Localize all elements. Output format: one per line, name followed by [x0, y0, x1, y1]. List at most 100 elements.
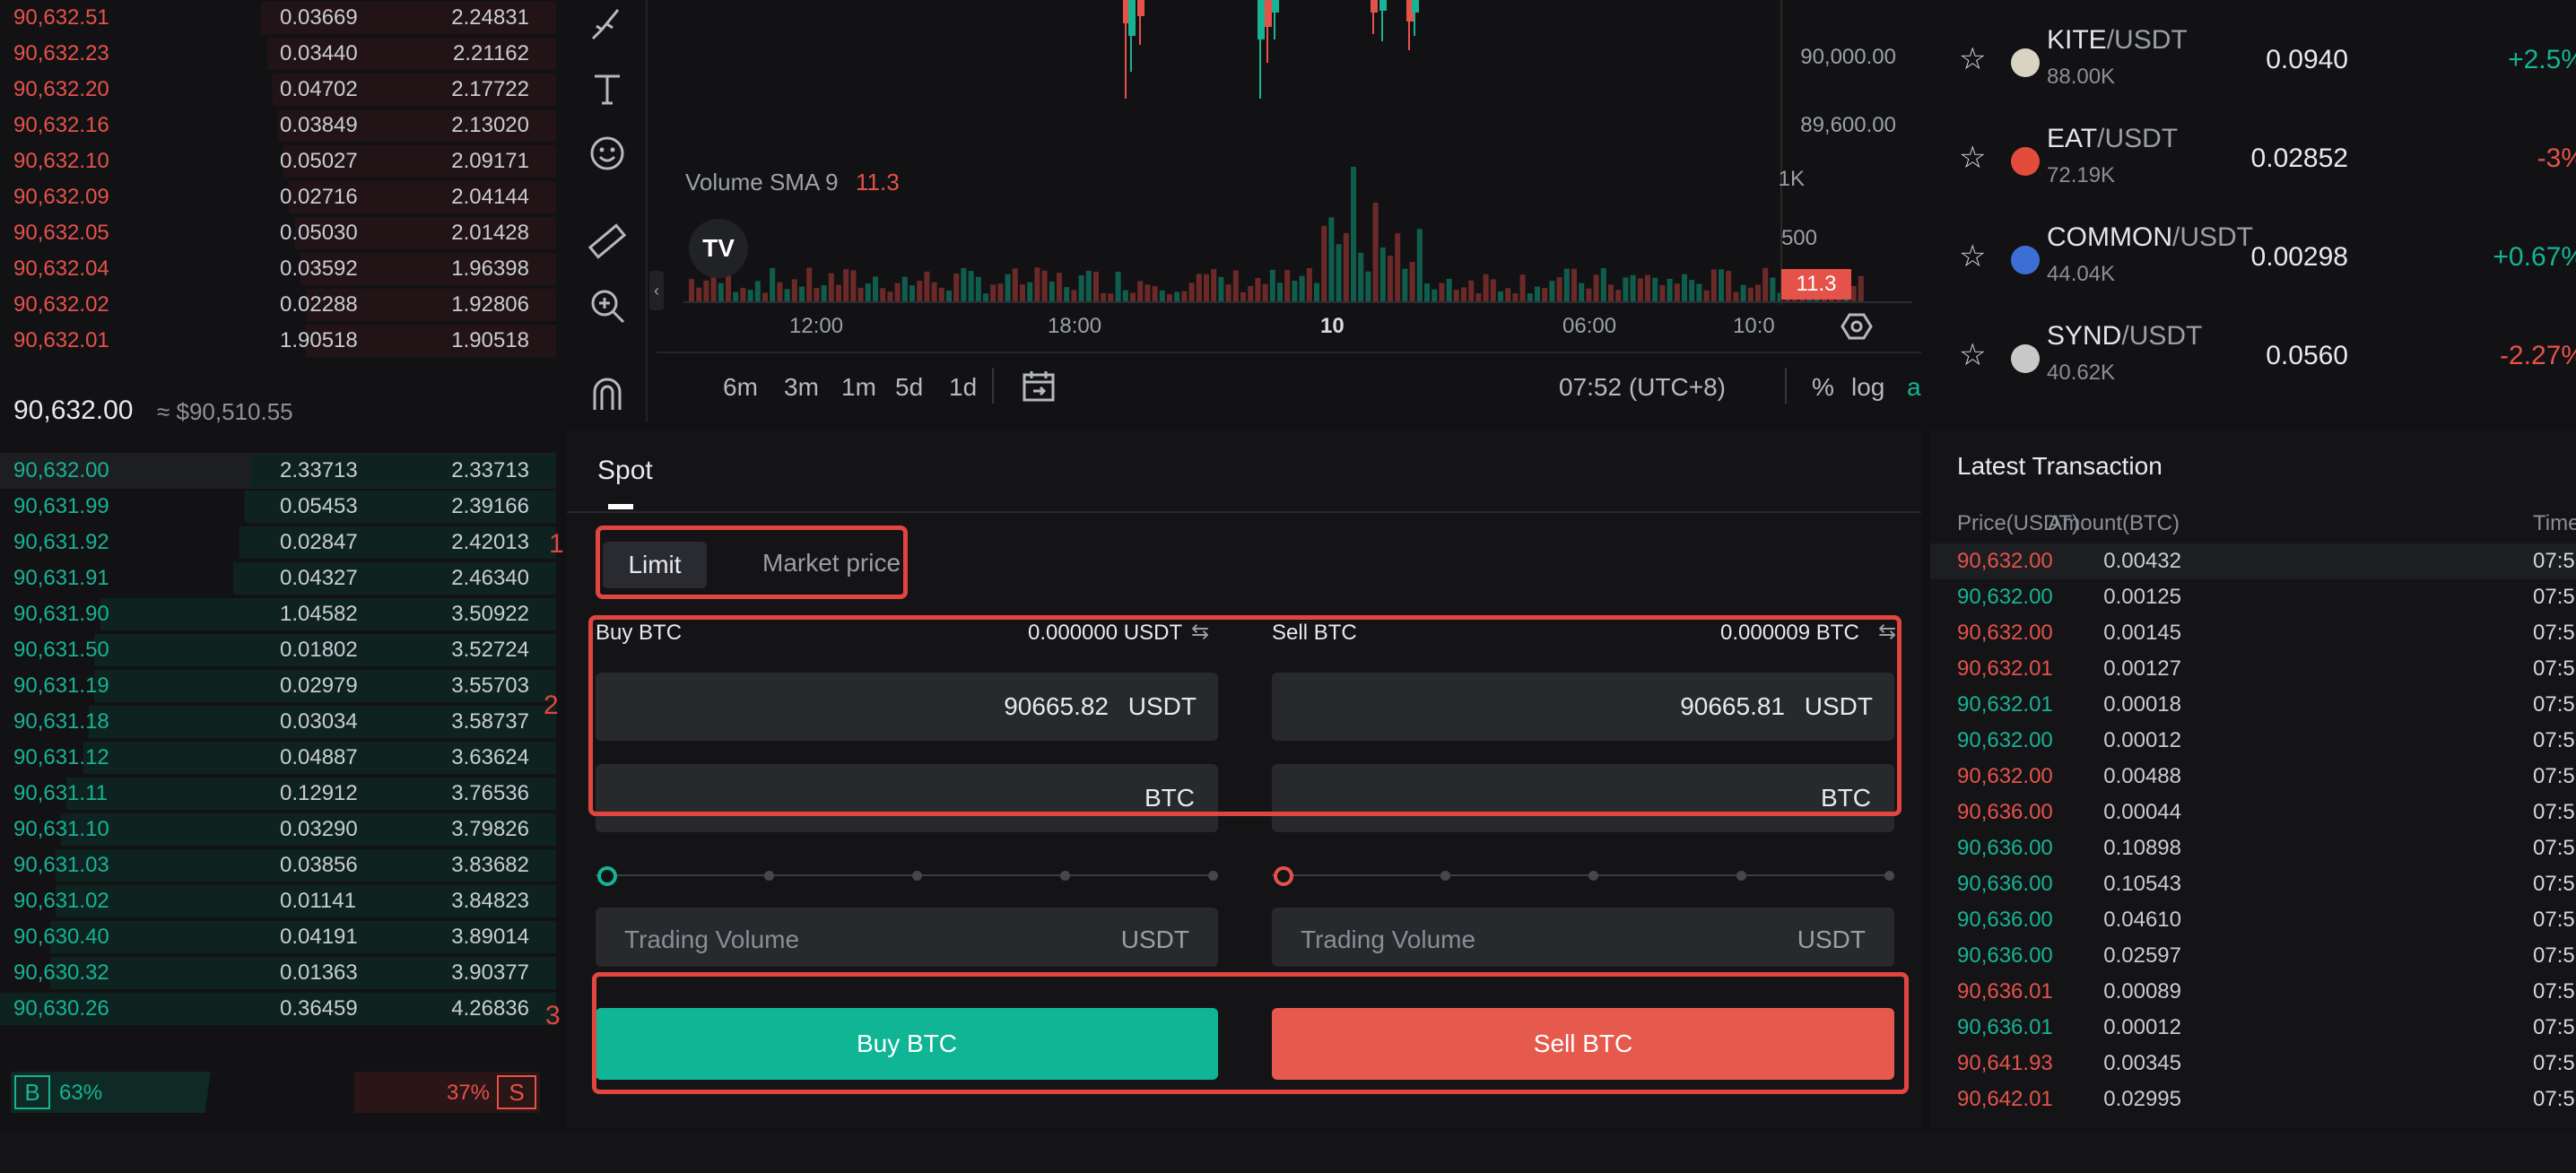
orderbook-ask-row[interactable]: 90,632.04 0.03592 1.96398 — [0, 251, 556, 287]
ruler-tool-icon[interactable] — [585, 219, 630, 264]
buy-slider[interactable] — [596, 866, 1218, 886]
bid-price: 90,631.99 — [13, 494, 109, 518]
volume-value: 11.3 — [856, 169, 900, 196]
orderbook-bid-row[interactable]: 90,631.50 0.01802 3.52724 — [0, 632, 556, 668]
slider-handle[interactable] — [597, 866, 617, 886]
ask-amount: 1.90518 — [280, 328, 358, 352]
sell-volume-input[interactable]: Trading Volume USDT — [1272, 908, 1894, 967]
volume-bar — [1608, 284, 1614, 301]
emoji-tool-icon[interactable] — [585, 131, 630, 176]
ask-price: 90,632.02 — [13, 292, 109, 317]
orderbook-bid-row[interactable]: 90,631.92 0.02847 2.42013 — [0, 525, 556, 560]
tradingview-logo[interactable]: TV — [689, 219, 748, 278]
tab-active-indicator — [608, 504, 633, 509]
orderbook-bid-row[interactable]: 90,631.02 0.01141 3.84823 — [0, 883, 556, 919]
date-range-icon[interactable] — [1021, 368, 1057, 410]
star-icon[interactable]: ☆ — [1959, 337, 1986, 373]
volume-bar — [1196, 274, 1202, 301]
star-icon[interactable]: ☆ — [1959, 140, 1986, 176]
slider-step[interactable] — [912, 871, 922, 881]
slider-step[interactable] — [1208, 871, 1218, 881]
orderbook-bid-row[interactable]: 90,631.99 0.05453 2.39166 — [0, 489, 556, 525]
orderbook-bid-row[interactable]: 90,631.12 0.04887 3.63624 — [0, 740, 556, 776]
ask-total: 2.01428 — [451, 221, 529, 245]
bid-price: 90,631.18 — [13, 709, 109, 734]
orderbook-ask-row[interactable]: 90,632.23 0.03440 2.21162 — [0, 36, 556, 72]
bid-total: 3.76536 — [451, 781, 529, 805]
slider-step[interactable] — [1884, 871, 1894, 881]
volume-bar — [931, 282, 937, 301]
timeframe-1d[interactable]: 1d — [949, 373, 977, 402]
market-row[interactable]: ☆ COMMON/USDT 44.04K 0.00298 +0.67% — [1930, 210, 2576, 308]
orderbook-bid-row[interactable]: 90,631.90 1.04582 3.50922 — [0, 596, 556, 632]
orderbook-bid-row[interactable]: 90,630.32 0.01363 3.90377 — [0, 955, 556, 991]
timeframe-5d[interactable]: 5d — [895, 373, 923, 402]
slider-step[interactable] — [1588, 871, 1598, 881]
latest-row: 90,632.00 0.00145 07:52:49 — [1930, 615, 2576, 651]
latest-time: 07:52:45 — [2533, 800, 2576, 824]
chart-settings-icon[interactable] — [1841, 310, 1873, 343]
orderbook-bid-row[interactable]: 90,631.91 0.04327 2.46340 — [0, 560, 556, 596]
bid-price: 90,631.03 — [13, 853, 109, 877]
orderbook-ask-row[interactable]: 90,632.51 0.03669 2.24831 — [0, 0, 556, 36]
slider-step[interactable] — [1736, 871, 1746, 881]
ask-total: 2.13020 — [451, 113, 529, 137]
latest-price: 90,632.00 — [1957, 728, 2053, 752]
orderbook-bid-row[interactable]: 90,631.19 0.02979 3.55703 — [0, 668, 556, 704]
zoom-in-icon[interactable] — [585, 283, 630, 328]
x-axis-label: 12:00 — [789, 314, 844, 338]
timeframe-3m[interactable]: 3m — [784, 373, 819, 402]
log-toggle[interactable]: log — [1851, 373, 1884, 402]
latest-amount: 0.00345 — [2103, 1051, 2181, 1075]
ask-amount: 0.02288 — [280, 292, 358, 317]
bid-price: 90,631.11 — [13, 781, 108, 805]
orderbook-bid-row[interactable]: 90,630.26 0.36459 4.26836 — [0, 991, 556, 1027]
bid-price: 90,631.92 — [13, 530, 109, 554]
orderbook-bid-row[interactable]: 90,630.40 0.04191 3.89014 — [0, 919, 556, 955]
magnet-icon[interactable] — [585, 371, 630, 416]
percent-toggle[interactable]: % — [1812, 373, 1834, 402]
orderbook-ask-row[interactable]: 90,632.01 1.90518 1.90518 — [0, 323, 556, 359]
sell-slider[interactable] — [1272, 866, 1894, 886]
market-row[interactable]: ☆SYND/USDT40.62K0.0560-2.27% — [1930, 308, 2576, 407]
buy-volume-input[interactable]: Trading Volume USDT — [596, 908, 1218, 967]
orderbook-ask-row[interactable]: 90,632.09 0.02716 2.04144 — [0, 179, 556, 215]
text-tool-icon[interactable] — [585, 66, 630, 111]
bid-total: 3.52724 — [451, 638, 529, 662]
auto-toggle[interactable]: auto — [1907, 373, 1921, 402]
volume-bar — [975, 276, 981, 301]
orderbook-ask-row[interactable]: 90,632.16 0.03849 2.13020 — [0, 108, 556, 143]
volume-bar — [814, 288, 820, 301]
price-chart[interactable]: ‹ Volume SMA 9 11.3 TV 90,000.00 89,600.… — [567, 0, 1921, 421]
slider-step[interactable] — [764, 871, 774, 881]
slider-handle[interactable] — [1274, 866, 1293, 886]
orderbook-bid-row[interactable]: 90,631.18 0.03034 3.58737 — [0, 704, 556, 740]
slider-step[interactable] — [1060, 871, 1070, 881]
slider-step[interactable] — [1440, 871, 1450, 881]
candle-body — [1258, 0, 1265, 39]
volume-bar — [747, 290, 753, 301]
last-price-usd: ≈ $90,510.55 — [157, 398, 293, 425]
brush-tool-icon[interactable] — [585, 2, 630, 47]
tab-spot[interactable]: Spot — [597, 456, 653, 486]
volume-bar — [1181, 291, 1188, 301]
collapse-toolbar-button[interactable]: ‹ — [649, 271, 664, 310]
volume-bar — [1049, 281, 1055, 301]
orderbook-ask-row[interactable]: 90,632.10 0.05027 2.09171 — [0, 143, 556, 179]
timeframe-1m[interactable]: 1m — [841, 373, 876, 402]
volume-bar — [762, 292, 768, 301]
orderbook-ask-row[interactable]: 90,632.05 0.05030 2.01428 — [0, 215, 556, 251]
market-row[interactable]: ☆ KITE/USDT 88.00K 0.0940 +2.5% — [1930, 13, 2576, 111]
orderbook-ask-row[interactable]: 90,632.02 0.02288 1.92806 — [0, 287, 556, 323]
orderbook-bid-row[interactable]: 90,632.00 2.33713 2.33713 — [0, 453, 556, 489]
orderbook-ask-row[interactable]: 90,632.20 0.04702 2.17722 — [0, 72, 556, 108]
star-icon[interactable]: ☆ — [1959, 41, 1986, 77]
market-row[interactable]: ☆ EAT/USDT 72.19K 0.02852 -3% — [1930, 111, 2576, 210]
orderbook-bid-row[interactable]: 90,631.11 0.12912 3.76536 — [0, 776, 556, 812]
candle-plot[interactable] — [683, 0, 1894, 305]
timeframe-6m[interactable]: 6m — [723, 373, 758, 402]
orderbook-bid-row[interactable]: 90,631.03 0.03856 3.83682 — [0, 847, 556, 883]
orderbook-bid-row[interactable]: 90,631.10 0.03290 3.79826 — [0, 812, 556, 847]
star-icon[interactable]: ☆ — [1959, 239, 1986, 274]
bid-total: 2.46340 — [451, 566, 529, 590]
